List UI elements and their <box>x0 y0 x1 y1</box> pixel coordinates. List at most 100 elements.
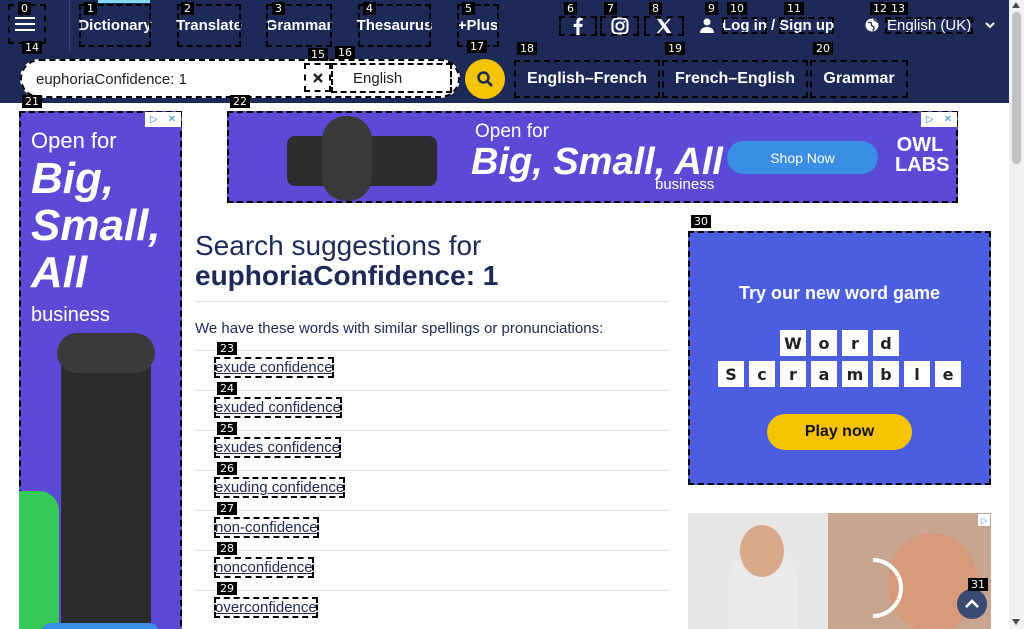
ad-product-image <box>61 341 151 629</box>
ad-cta-button[interactable] <box>41 623 159 629</box>
element-tag: 8 <box>649 2 662 15</box>
dictionary-language-button[interactable]: English <box>331 63 452 93</box>
adchoices-icon[interactable]: ▷ <box>978 514 990 526</box>
letter-tile: r <box>842 330 868 356</box>
element-tag: 13 <box>888 2 908 15</box>
back-to-top-button[interactable] <box>957 589 987 619</box>
element-tag: 0 <box>18 2 31 15</box>
instagram-icon <box>611 17 628 35</box>
search-input[interactable] <box>36 68 304 90</box>
element-tag: 15 <box>308 48 328 61</box>
chevron-down-icon <box>985 21 995 28</box>
letter-tile: m <box>842 361 868 387</box>
element-tag: 16 <box>335 46 355 59</box>
hamburger-icon-line <box>15 29 35 31</box>
element-tag: 24 <box>217 382 237 395</box>
ad-decoration <box>19 491 59 629</box>
scramble-tiles-row: S c r a m b l e <box>688 361 991 387</box>
suggestion-link[interactable]: overconfidence <box>214 597 318 618</box>
scroll-down-arrow-icon[interactable] <box>1012 619 1020 625</box>
element-tag: 18 <box>517 42 537 55</box>
hearing-ad-banner[interactable] <box>688 513 991 629</box>
chevron-up-icon <box>965 599 979 608</box>
element-tag: 4 <box>363 2 376 15</box>
divider <box>195 590 669 591</box>
ad-shop-now-button[interactable]: Shop Now <box>727 141 878 174</box>
divider <box>195 301 669 302</box>
suggestion-link[interactable]: exuded confidence <box>214 397 342 418</box>
scrollbar-thumb[interactable] <box>1012 12 1021 164</box>
element-tag: 10 <box>727 2 747 15</box>
search-button[interactable] <box>465 59 505 99</box>
login-area: Log in / Sign up <box>700 14 835 36</box>
word-tiles-row: W o r d <box>688 330 991 356</box>
element-tag: 20 <box>813 42 833 55</box>
adchoices-icon: ▷ <box>149 114 158 125</box>
element-tag: 30 <box>691 215 711 228</box>
element-tag: 31 <box>968 578 988 591</box>
clear-search-button[interactable] <box>304 63 331 92</box>
suggestion-link[interactable]: nonconfidence <box>214 557 314 578</box>
ad-text: business <box>655 176 715 193</box>
ad-text: Open for <box>475 121 549 142</box>
scroll-up-arrow-icon[interactable] <box>1012 2 1020 8</box>
divider <box>195 550 669 551</box>
divider <box>195 430 669 431</box>
hamburger-icon-line <box>15 17 35 19</box>
divider <box>195 350 669 351</box>
login-link[interactable]: Log in <box>722 16 767 34</box>
play-now-button[interactable]: Play now <box>767 414 912 450</box>
ad-text: business <box>31 304 110 326</box>
suggestion-link[interactable]: non-confidence <box>214 517 319 538</box>
letter-tile: l <box>904 361 930 387</box>
close-ad-icon: ✕ <box>943 114 953 125</box>
letter-tile: b <box>873 361 899 387</box>
element-tag: 22 <box>230 95 250 108</box>
ad-product-image <box>322 116 372 201</box>
letter-tile: W <box>780 330 806 356</box>
x-link[interactable] <box>644 16 684 36</box>
user-icon <box>700 18 714 33</box>
dict-link-english-french[interactable]: English–French <box>514 60 660 98</box>
language-label[interactable]: English (UK) <box>885 16 974 34</box>
signup-link[interactable]: Sign up <box>779 16 835 34</box>
dict-link-grammar[interactable]: Grammar <box>810 60 908 98</box>
ad-doctor-image <box>740 525 784 577</box>
page-title: Search suggestions for <box>195 230 482 261</box>
element-tag: 6 <box>564 2 577 15</box>
login-separator: / <box>771 16 776 34</box>
facebook-link[interactable] <box>559 16 597 36</box>
left-ad-banner[interactable]: Open for Big, Small, All business ▷ ✕ <box>19 111 182 629</box>
instagram-link[interactable] <box>600 16 639 36</box>
element-tag: 2 <box>181 2 194 15</box>
close-ad-icon: ✕ <box>167 114 177 125</box>
search-term-title: euphoriaConfidence: 1 <box>195 260 499 291</box>
word-game-promo[interactable]: Try our new word game W o r d S c r a m … <box>688 231 991 485</box>
suggestion-link[interactable]: exude confidence <box>214 357 334 378</box>
suggestion-link[interactable]: exuding confidence <box>214 477 346 498</box>
divider <box>195 390 669 391</box>
ad-headline: Big, Small, All <box>31 154 161 297</box>
nav-divider <box>69 0 70 53</box>
letter-tile: c <box>749 361 775 387</box>
element-tag: 29 <box>217 582 237 595</box>
adchoices-badge[interactable]: ▷ ✕ <box>145 112 181 127</box>
divider <box>195 510 669 511</box>
dictionary-language-label: English <box>353 69 403 87</box>
element-tag: 14 <box>22 41 42 54</box>
element-tag: 26 <box>217 462 237 475</box>
element-tag: 25 <box>217 422 237 435</box>
element-tag: 17 <box>467 40 487 53</box>
top-ad-banner[interactable]: Open for Big, Small, All business Shop N… <box>227 111 958 203</box>
language-selector[interactable]: English (UK) <box>865 14 995 36</box>
suggestion-link[interactable]: exudes confidence <box>214 437 342 458</box>
dict-link-french-english[interactable]: French–English <box>662 60 808 98</box>
element-tag: 19 <box>665 42 685 55</box>
hamburger-icon-line <box>15 23 35 25</box>
active-tab-indicator <box>98 0 150 3</box>
ad-product-image <box>57 333 155 373</box>
letter-tile: r <box>780 361 806 387</box>
letter-tile: o <box>811 330 837 356</box>
divider <box>195 470 669 471</box>
adchoices-badge[interactable]: ▷ ✕ <box>921 112 957 127</box>
